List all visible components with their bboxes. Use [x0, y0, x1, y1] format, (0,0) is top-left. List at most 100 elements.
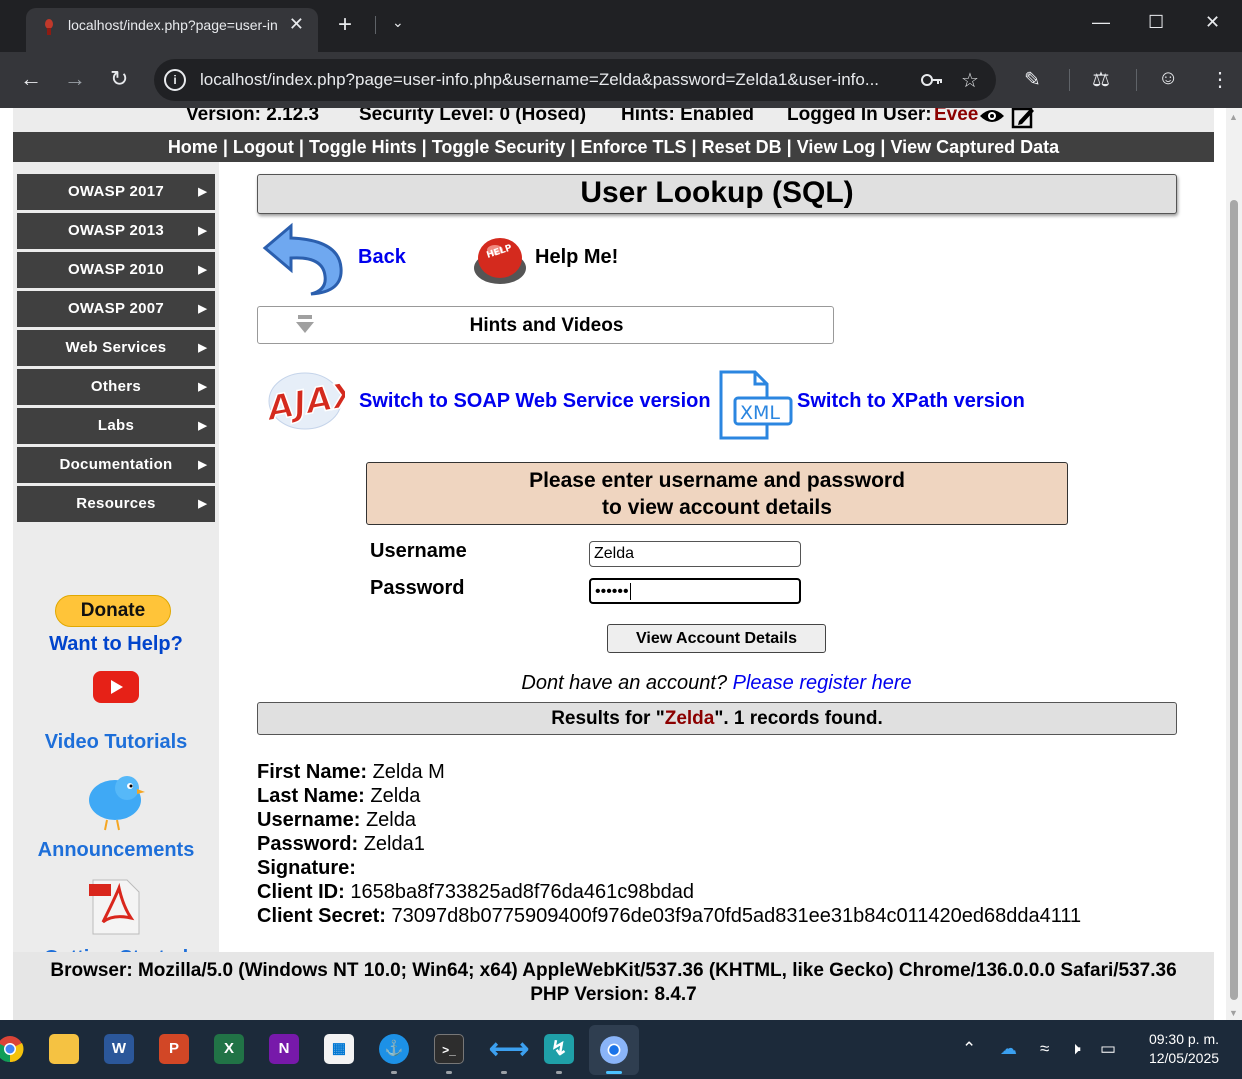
video-tutorials-link[interactable]: Video Tutorials — [13, 731, 219, 754]
sidebar-item-owasp-2007[interactable]: OWASP 2007 ▶ — [17, 291, 215, 327]
profile-icon[interactable]: ☺ — [1158, 67, 1178, 90]
scrollbar-thumb[interactable] — [1230, 200, 1238, 1000]
nav-separator: | — [691, 137, 697, 157]
nav-enforce-tls-link[interactable]: Enforce TLS — [581, 137, 687, 157]
vscode-icon[interactable]: ⟷ — [489, 1034, 529, 1064]
sidebar-item-others[interactable]: Others ▶ — [17, 369, 215, 405]
site-info-icon[interactable]: i — [164, 69, 186, 91]
scroll-down-arrow-icon[interactable]: ▼ — [1229, 1008, 1238, 1018]
volume-muted-icon[interactable]: 🕨 — [1070, 1039, 1081, 1059]
sidebar-item-owasp-2013[interactable]: OWASP 2013 ▶ — [17, 213, 215, 249]
twitter-bird-icon[interactable] — [83, 770, 147, 832]
record-label: Password: — [257, 833, 359, 855]
nav-reset-db-link[interactable]: Reset DB — [702, 137, 782, 157]
forward-arrow-icon[interactable]: → — [64, 66, 86, 92]
running-indicator — [556, 1071, 562, 1074]
back-link[interactable]: Back — [358, 246, 406, 269]
nav-view-captured-data-link[interactable]: View Captured Data — [890, 137, 1059, 157]
back-arrow-icon[interactable]: ← — [20, 66, 42, 92]
minimize-icon[interactable]: — — [1092, 12, 1110, 33]
bookmark-star-icon[interactable]: ☆ — [961, 68, 979, 93]
system-clock[interactable]: 09:30 p. m. 12/05/2025 — [1136, 1030, 1232, 1068]
sidebar-item-resources[interactable]: Resources ▶ — [17, 486, 215, 522]
password-input[interactable]: •••••• — [589, 578, 801, 604]
battery-icon[interactable]: ▭ — [1100, 1039, 1116, 1059]
text-cursor — [629, 583, 631, 601]
file-explorer-icon[interactable] — [49, 1034, 79, 1064]
switch-to-soap-link[interactable]: Switch to SOAP Web Service version — [359, 390, 711, 413]
browser-tab[interactable]: localhost/index.php?page=user-info.php ✕ — [26, 8, 318, 52]
nav-toggle-hints-link[interactable]: Toggle Hints — [309, 137, 417, 157]
help-me-link[interactable]: Help Me! — [535, 246, 618, 269]
url-text[interactable]: localhost/index.php?page=user-info.php&u… — [200, 70, 912, 90]
tab-search-chevron-icon[interactable]: ⌄ — [392, 14, 404, 31]
want-to-help-link[interactable]: Want to Help? — [13, 633, 219, 656]
ajax-logo-icon[interactable]: AJAX — [265, 368, 345, 434]
docker-icon[interactable]: ⚓ — [379, 1034, 409, 1064]
chrome-taskbar-icon[interactable] — [0, 1035, 24, 1063]
password-masked-value: •••••• — [595, 583, 629, 600]
word-icon[interactable]: W — [104, 1034, 134, 1064]
scroll-up-arrow-icon[interactable]: ▲ — [1229, 112, 1238, 122]
microsoft-store-icon[interactable]: ▦ — [324, 1034, 354, 1064]
nav-view-log-link[interactable]: View Log — [797, 137, 876, 157]
nav-home-link[interactable]: Home — [168, 137, 218, 157]
wifi-icon[interactable]: ≈ — [1040, 1039, 1049, 1059]
labs-flask-icon[interactable]: ⚖ — [1092, 67, 1110, 92]
register-link[interactable]: Please register here — [733, 672, 912, 694]
onedrive-cloud-icon[interactable]: ☁ — [1000, 1039, 1017, 1059]
announcements-link[interactable]: Announcements — [13, 839, 219, 862]
sidebar-item-owasp-2017[interactable]: OWASP 2017 ▶ — [17, 174, 215, 210]
hints-and-videos-toggle[interactable]: Hints and Videos — [257, 306, 834, 344]
security-level-text: Security Level: 0 (Hosed) — [359, 108, 587, 125]
back-arrow-icon[interactable] — [261, 222, 345, 296]
reload-icon[interactable]: ↻ — [110, 66, 128, 92]
switch-to-xpath-link[interactable]: Switch to XPath version — [797, 390, 1025, 413]
view-account-details-button[interactable]: View Account Details — [607, 624, 826, 653]
maximize-icon[interactable]: ☐ — [1148, 12, 1164, 33]
logged-in-username[interactable]: Evee — [934, 108, 978, 126]
register-prompt: Dont have an account? Please register he… — [219, 672, 1214, 695]
terminal-icon[interactable]: >_ — [434, 1034, 464, 1064]
username-label: Username — [370, 540, 467, 562]
nav-logout-link[interactable]: Logout — [233, 137, 294, 157]
record-row: First Name: Zelda M — [257, 760, 1081, 784]
powershell-bolt-icon[interactable]: ↯ — [544, 1034, 574, 1064]
key-icon[interactable] — [920, 71, 944, 89]
donate-button[interactable]: Donate — [55, 595, 171, 627]
sidebar-item-label: Resources — [76, 495, 156, 512]
menu-kebab-icon[interactable]: ⋮ — [1210, 67, 1230, 92]
eye-icon[interactable] — [979, 108, 1005, 125]
mutillidae-favicon-icon — [45, 19, 53, 35]
powerpoint-icon[interactable]: P — [159, 1034, 189, 1064]
username-input[interactable]: Zelda — [589, 541, 801, 567]
submenu-arrow-icon: ▶ — [198, 381, 207, 393]
client-id-value: 1658ba8f733825ad8f76da461c98bdad — [350, 881, 695, 903]
hints-and-videos-label: Hints and Videos — [469, 315, 624, 336]
pdf-document-icon[interactable] — [89, 878, 141, 936]
tray-overflow-chevron-icon[interactable]: ⌃ — [962, 1039, 976, 1059]
extensions-icon[interactable]: ✎ — [1024, 67, 1041, 92]
edit-profile-icon[interactable] — [1011, 108, 1035, 129]
help-button-icon[interactable]: HELP — [473, 234, 527, 286]
close-window-icon[interactable]: ✕ — [1205, 12, 1220, 33]
sidebar-item-owasp-2010[interactable]: OWASP 2010 ▶ — [17, 252, 215, 288]
sidebar-item-web-services[interactable]: Web Services ▶ — [17, 330, 215, 366]
nav-toggle-security-link[interactable]: Toggle Security — [432, 137, 566, 157]
address-bar[interactable]: i localhost/index.php?page=user-info.php… — [154, 59, 996, 101]
sidebar-item-label: OWASP 2013 — [67, 222, 165, 239]
youtube-icon[interactable] — [93, 671, 139, 703]
record-label: Username: — [257, 809, 361, 831]
excel-icon[interactable]: X — [214, 1034, 244, 1064]
record-label: Client ID: — [257, 881, 345, 903]
chrome-active-taskbar-icon[interactable] — [599, 1035, 629, 1065]
sidebar-item-documentation[interactable]: Documentation ▶ — [17, 447, 215, 483]
sidebar-item-labs[interactable]: Labs ▶ — [17, 408, 215, 444]
submenu-arrow-icon: ▶ — [198, 303, 207, 315]
last-name-value: Zelda — [370, 785, 421, 807]
new-tab-button[interactable]: + — [338, 11, 352, 39]
xml-file-icon[interactable]: XML — [715, 370, 793, 440]
onenote-icon[interactable]: N — [269, 1034, 299, 1064]
vertical-scrollbar[interactable]: ▲ ▼ — [1226, 108, 1242, 1020]
tab-close-icon[interactable]: ✕ — [289, 14, 304, 35]
